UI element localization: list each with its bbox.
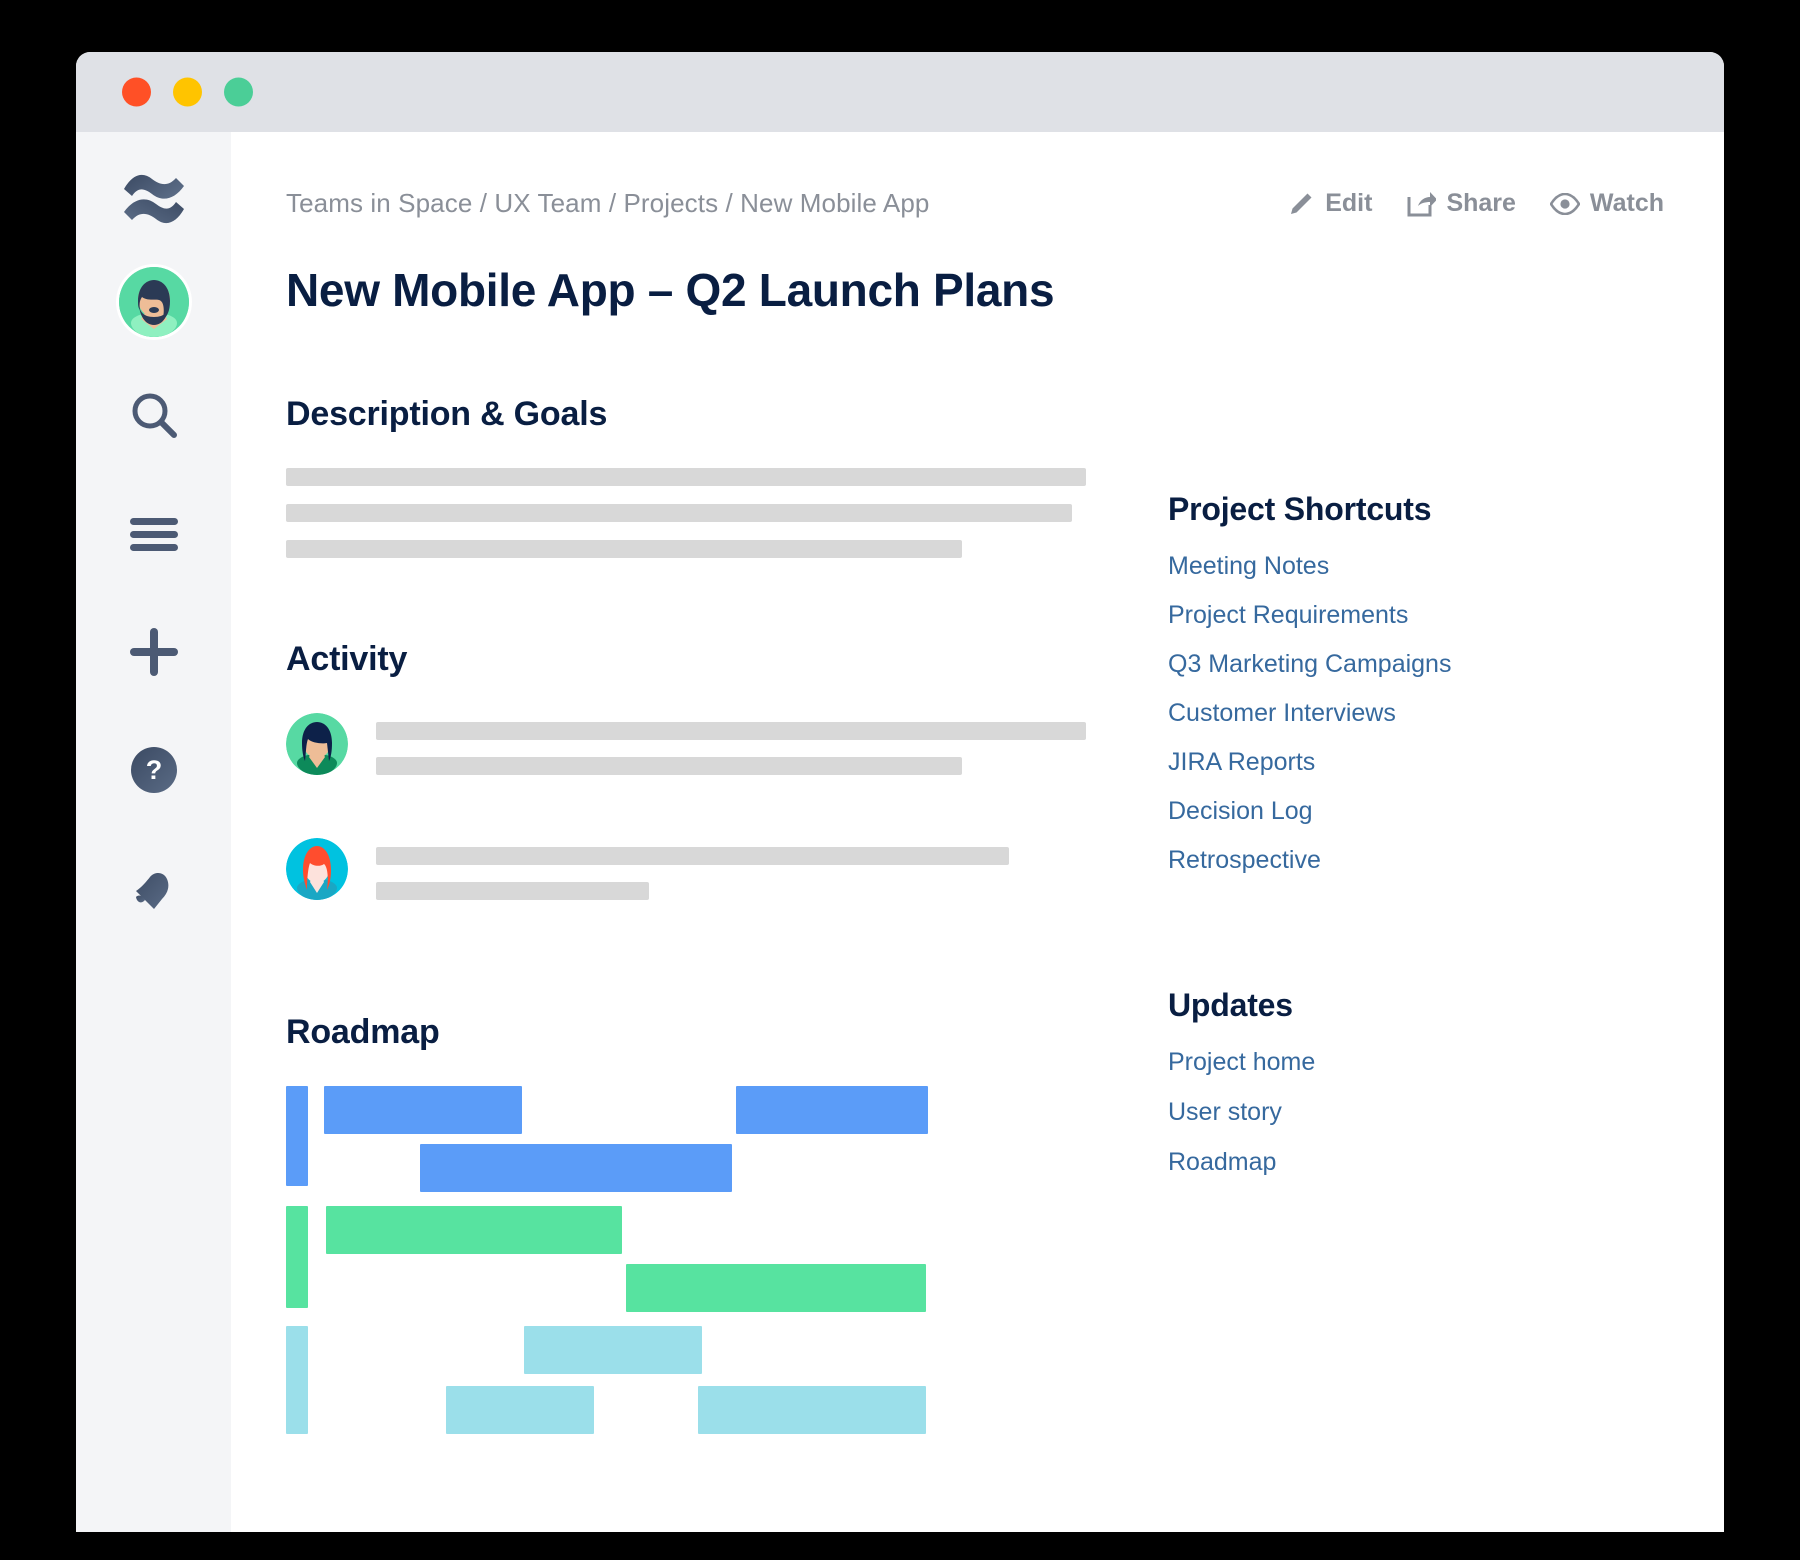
update-link-project-home[interactable]: Project home: [1168, 1048, 1664, 1077]
question-mark-icon: ?: [130, 746, 178, 799]
sidebar-item-profile[interactable]: [118, 266, 190, 338]
description-section: Description & Goals: [286, 395, 1086, 558]
window-body: ? Teams in Space / UX Team / Projects / …: [76, 132, 1724, 1532]
confluence-logo-icon: [122, 169, 186, 232]
placeholder-line: [286, 468, 1086, 486]
shortcut-link-project-requirements[interactable]: Project Requirements: [1168, 601, 1664, 630]
placeholder-line: [376, 722, 1086, 740]
roadmap-section: Roadmap: [286, 1013, 1086, 1436]
shortcut-link-decision-log[interactable]: Decision Log: [1168, 797, 1664, 826]
breadcrumb[interactable]: Teams in Space / UX Team / Projects / Ne…: [286, 188, 929, 219]
placeholder-line: [376, 882, 649, 900]
traffic-lights: [122, 77, 253, 107]
avatar: [286, 713, 348, 775]
update-link-roadmap[interactable]: Roadmap: [1168, 1148, 1664, 1177]
sidebar-item-help[interactable]: ?: [118, 736, 190, 808]
gantt-bar[interactable]: [626, 1264, 926, 1312]
gantt-bar[interactable]: [420, 1144, 732, 1192]
shortcut-link-q3-marketing-campaigns[interactable]: Q3 Marketing Campaigns: [1168, 650, 1664, 679]
close-window-button[interactable]: [122, 77, 151, 107]
sidebar-item-create[interactable]: [118, 618, 190, 690]
shortcut-link-jira-reports[interactable]: JIRA Reports: [1168, 748, 1664, 777]
list-item[interactable]: [286, 713, 1086, 792]
avatar: [118, 267, 189, 337]
sidebar-item-notifications[interactable]: [118, 858, 190, 930]
window-titlebar: [76, 52, 1724, 132]
activity-heading: Activity: [286, 640, 408, 678]
gantt-lane-marker: [286, 1206, 308, 1308]
placeholder-line: [286, 540, 962, 558]
gantt-bar[interactable]: [446, 1386, 594, 1434]
sidebar-item-confluence-logo[interactable]: [118, 164, 190, 236]
pencil-icon: [1287, 190, 1315, 218]
project-shortcuts-section: Project Shortcuts Meeting Notes Project …: [1168, 491, 1664, 875]
bell-icon: [128, 866, 180, 923]
project-shortcuts-heading: Project Shortcuts: [1168, 491, 1432, 527]
shortcut-link-retrospective[interactable]: Retrospective: [1168, 846, 1664, 875]
description-heading: Description & Goals: [286, 395, 608, 433]
shortcut-link-meeting-notes[interactable]: Meeting Notes: [1168, 552, 1664, 581]
minimize-window-button[interactable]: [173, 77, 202, 107]
hamburger-menu-icon: [128, 514, 180, 559]
placeholder-line: [286, 504, 1073, 522]
gantt-bar[interactable]: [524, 1326, 702, 1374]
updates-heading: Updates: [1168, 987, 1293, 1023]
svg-text:?: ?: [145, 755, 162, 785]
watch-label: Watch: [1589, 189, 1664, 217]
gantt-bar[interactable]: [324, 1086, 522, 1134]
activity-text: [376, 838, 1086, 917]
share-button[interactable]: Share: [1406, 189, 1516, 218]
placeholder-line: [376, 757, 963, 775]
gantt-bar[interactable]: [326, 1206, 622, 1254]
roadmap-gantt-chart: [286, 1086, 928, 1436]
gantt-lane-marker: [286, 1086, 308, 1186]
page-content: Teams in Space / UX Team / Projects / Ne…: [231, 132, 1724, 1532]
main-column: New Mobile App – Q2 Launch Plans Descrip…: [286, 263, 1086, 1436]
plus-icon: [128, 626, 180, 683]
watch-button[interactable]: Watch: [1549, 189, 1664, 218]
gantt-bar[interactable]: [736, 1086, 928, 1134]
roadmap-heading: Roadmap: [286, 1013, 440, 1051]
avatar: [286, 838, 348, 900]
edit-button[interactable]: Edit: [1287, 189, 1372, 218]
sidebar-item-menu[interactable]: [118, 500, 190, 572]
activity-section: Activity: [286, 640, 1086, 917]
edit-label: Edit: [1325, 189, 1373, 217]
search-icon: [126, 388, 182, 449]
eye-icon: [1549, 192, 1580, 215]
activity-text: [376, 713, 1086, 792]
shortcut-link-customer-interviews[interactable]: Customer Interviews: [1168, 699, 1664, 728]
share-icon: [1406, 190, 1437, 218]
side-column: Project Shortcuts Meeting Notes Project …: [1086, 263, 1664, 1436]
updates-section: Updates Project home User story Roadmap: [1168, 987, 1664, 1177]
list-item[interactable]: [286, 838, 1086, 917]
browser-window: ? Teams in Space / UX Team / Projects / …: [76, 52, 1724, 1532]
page-actions: Edit Share Watch: [1287, 189, 1664, 218]
placeholder-line: [376, 847, 1010, 865]
page-title: New Mobile App – Q2 Launch Plans: [286, 264, 1055, 316]
page-topbar: Teams in Space / UX Team / Projects / Ne…: [231, 188, 1724, 219]
update-link-user-story[interactable]: User story: [1168, 1098, 1664, 1127]
share-label: Share: [1446, 189, 1516, 217]
gantt-lane-marker: [286, 1326, 308, 1434]
app-sidebar-rail: ?: [76, 132, 231, 1532]
maximize-window-button[interactable]: [224, 77, 253, 107]
sidebar-item-search[interactable]: [118, 382, 190, 454]
gantt-bar[interactable]: [698, 1386, 926, 1434]
